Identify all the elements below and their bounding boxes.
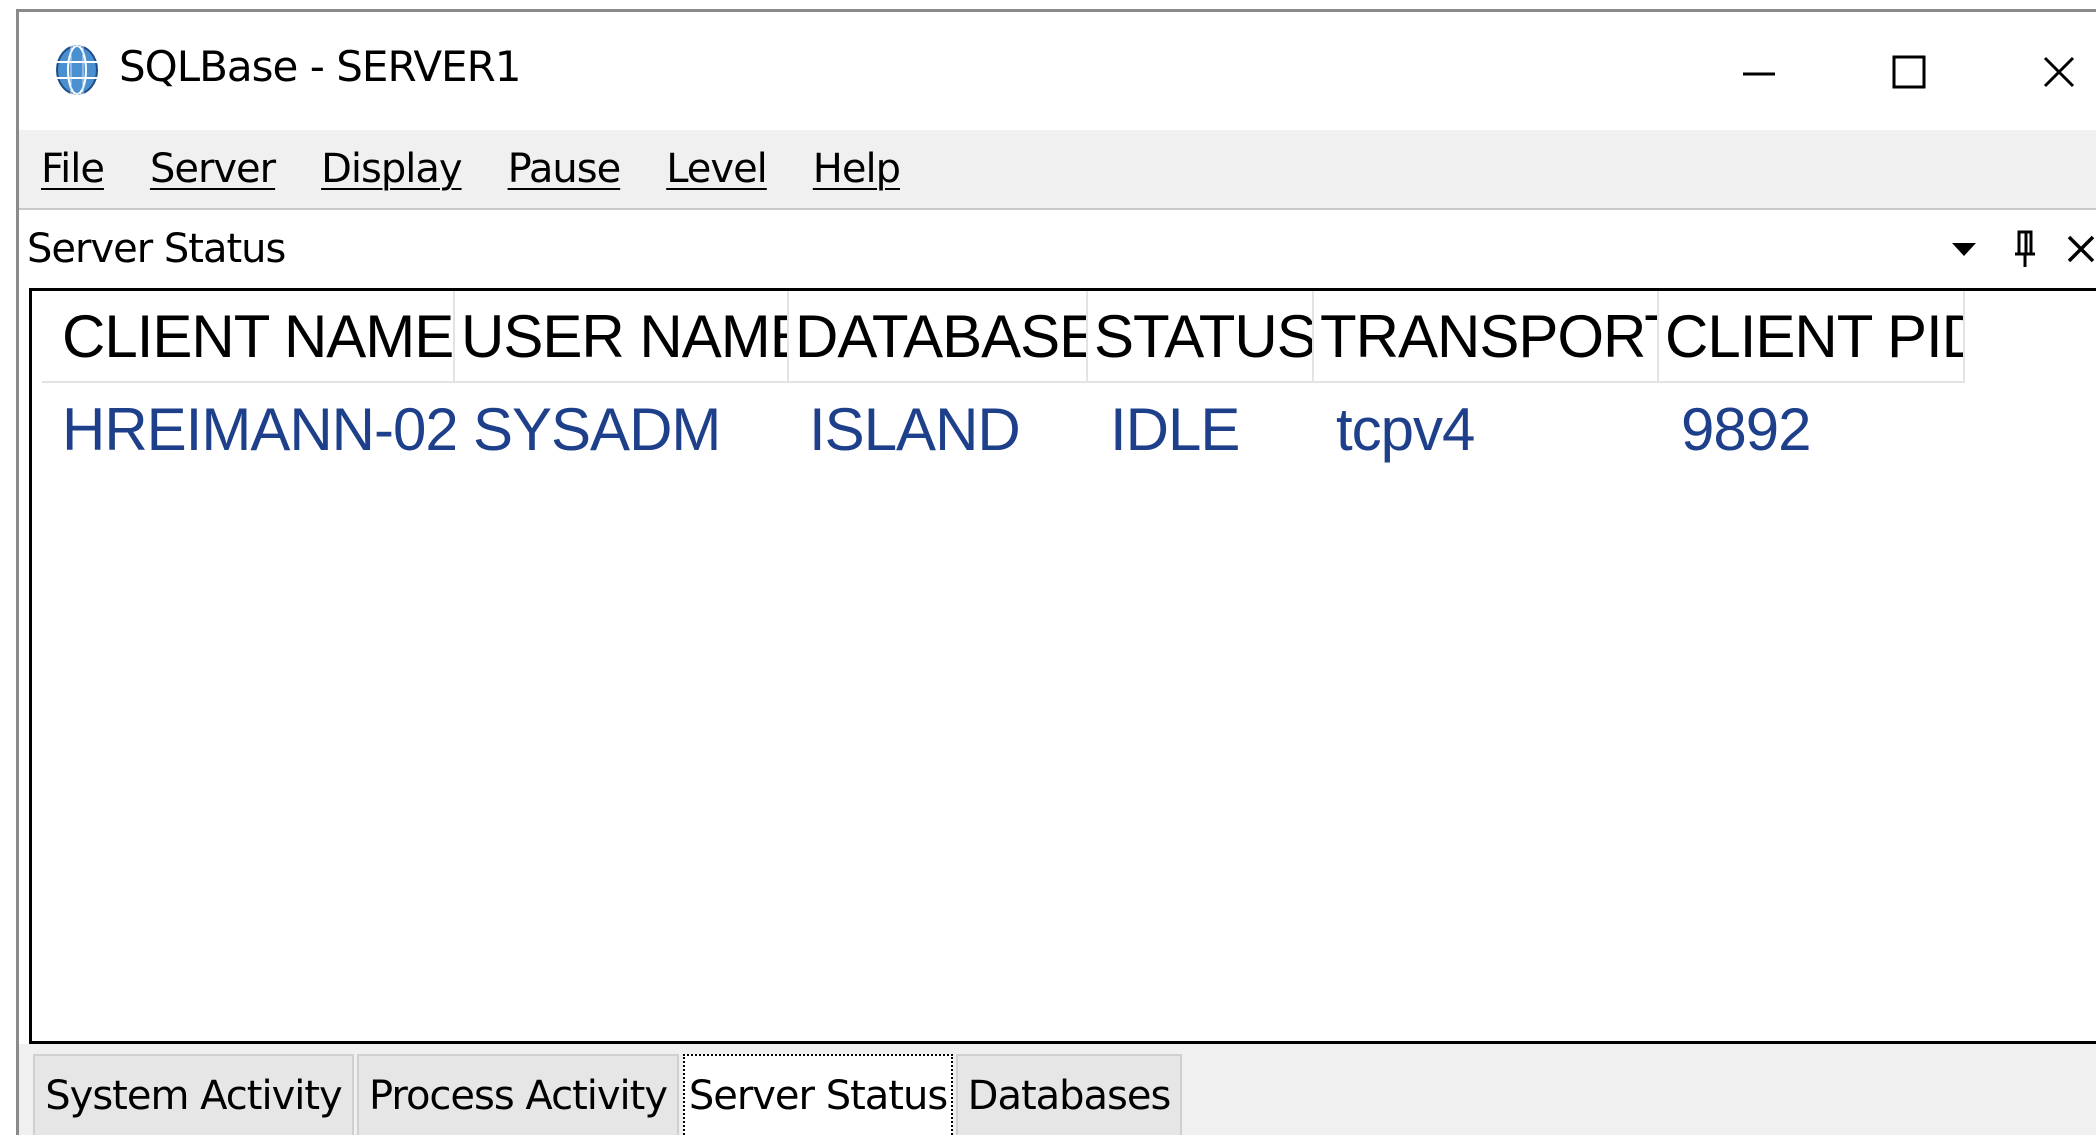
list-header: CLIENT NAME USER NAME DATABASE STATUS TR… (32, 291, 1965, 383)
maximize-button[interactable] (1834, 22, 1984, 122)
app-window: SQLBase - SERVER1 File Server Display Pa… (16, 9, 2096, 1135)
menu-pause[interactable]: Pause (508, 146, 622, 192)
menu-level[interactable]: Level (666, 146, 768, 192)
panel-header: Server Status (19, 208, 2096, 288)
server-status-list[interactable]: CLIENT NAME USER NAME DATABASE STATUS TR… (29, 288, 2096, 1044)
menu-bar: File Server Display Pause Level Help (19, 130, 2096, 208)
dropdown-arrow-icon (1952, 243, 1976, 256)
window-title: SQLBase - SERVER1 (119, 42, 522, 91)
column-header-transport[interactable]: TRANSPORT (1314, 291, 1659, 383)
menu-file[interactable]: File (41, 146, 105, 192)
panel-pin-button[interactable] (2003, 224, 2047, 274)
cell-user-name: SYSADM (473, 395, 721, 463)
maximize-icon (1892, 55, 1926, 89)
cell-client-name: HREIMANN-02 (62, 395, 455, 463)
panel-close-button[interactable] (2059, 224, 2096, 274)
tab-process-activity[interactable]: Process Activity (357, 1054, 679, 1135)
cell-status: IDLE (1110, 395, 1240, 463)
panel-dropdown-button[interactable] (1942, 224, 1986, 274)
title-bar[interactable]: SQLBase - SERVER1 (19, 12, 2096, 130)
tab-server-status[interactable]: Server Status (683, 1054, 953, 1135)
column-header-status[interactable]: STATUS (1088, 291, 1314, 383)
column-header-user-name[interactable]: USER NAME (455, 291, 789, 383)
close-icon (2043, 56, 2075, 88)
menu-server[interactable]: Server (150, 146, 276, 192)
menu-display[interactable]: Display (321, 146, 462, 192)
table-row[interactable]: HREIMANN-02 SYSADM ISLAND IDLE tcpv4 989… (32, 387, 1965, 471)
pin-icon (2015, 230, 2035, 267)
minimize-button[interactable] (1684, 22, 1834, 122)
sqlbase-app-icon (56, 45, 98, 95)
panel-title: Server Status (27, 226, 286, 272)
tab-strip: System Activity Process Activity Server … (19, 1044, 2096, 1135)
menu-help[interactable]: Help (813, 146, 901, 192)
close-window-button[interactable] (1984, 22, 2096, 122)
tab-databases[interactable]: Databases (956, 1054, 1182, 1135)
close-icon (2067, 235, 2095, 263)
cell-database: ISLAND (809, 395, 1021, 463)
column-header-client-pid[interactable]: CLIENT PID (1659, 291, 1965, 383)
column-header-database[interactable]: DATABASE (789, 291, 1088, 383)
tab-system-activity[interactable]: System Activity (33, 1054, 354, 1135)
screen: SQLBase - SERVER1 File Server Display Pa… (0, 0, 2096, 1135)
minimize-icon (1743, 72, 1775, 76)
cell-transport: tcpv4 (1336, 395, 1475, 463)
column-header-client-name[interactable]: CLIENT NAME (42, 291, 455, 383)
cell-client-pid: 9892 (1681, 395, 1811, 463)
